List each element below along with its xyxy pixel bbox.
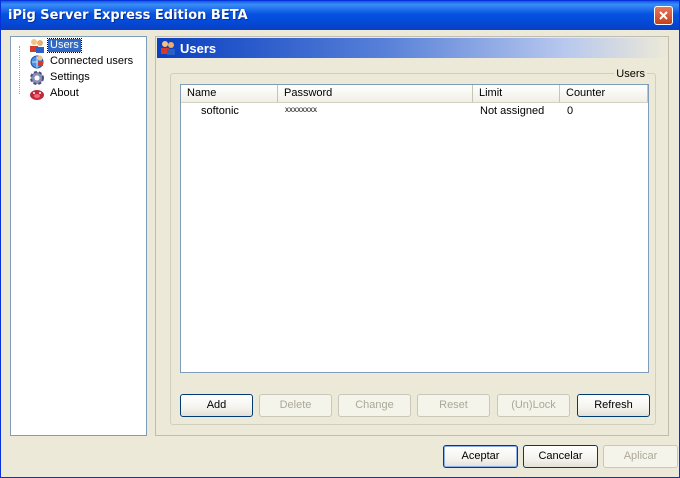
cell-password: xxxxxxxx bbox=[285, 105, 317, 114]
cell-limit: Not assigned bbox=[480, 105, 545, 117]
add-button[interactable]: Add bbox=[180, 394, 253, 417]
table-header: Name Password Limit Counter bbox=[181, 85, 648, 103]
panel-title: Users bbox=[180, 41, 217, 56]
title-bar[interactable]: iPig Server Express Edition BETA bbox=[1, 1, 679, 30]
cell-name: softonic bbox=[201, 105, 239, 117]
close-button[interactable] bbox=[654, 6, 673, 25]
users-table[interactable]: Name Password Limit Counter softonic xxx… bbox=[180, 84, 649, 373]
reset-button[interactable]: Reset bbox=[417, 394, 490, 417]
connected-users-icon bbox=[29, 54, 45, 70]
delete-button[interactable]: Delete bbox=[259, 394, 332, 417]
tree-item-label: About bbox=[50, 87, 79, 99]
pig-icon bbox=[29, 86, 45, 102]
groupbox-label: Users bbox=[614, 68, 647, 80]
window-title: iPig Server Express Edition BETA bbox=[8, 8, 248, 23]
tree-connector bbox=[19, 46, 20, 94]
column-header-limit[interactable]: Limit bbox=[473, 85, 560, 102]
cancel-button[interactable]: Cancelar bbox=[523, 445, 598, 468]
users-icon bbox=[29, 38, 45, 54]
refresh-button[interactable]: Refresh bbox=[577, 394, 650, 417]
panel-header: Users bbox=[157, 38, 667, 58]
column-header-counter[interactable]: Counter bbox=[560, 85, 648, 102]
navigation-tree[interactable]: Users Connected users Settings About bbox=[10, 36, 147, 436]
unlock-button[interactable]: (Un)Lock bbox=[497, 394, 570, 417]
tree-item-label: Users bbox=[47, 38, 82, 53]
cell-counter: 0 bbox=[567, 105, 574, 117]
accept-button[interactable]: Aceptar bbox=[443, 445, 518, 468]
column-header-password[interactable]: Password bbox=[278, 85, 473, 102]
settings-gear-icon bbox=[29, 70, 45, 86]
column-header-name[interactable]: Name bbox=[181, 85, 278, 102]
change-button[interactable]: Change bbox=[338, 394, 411, 417]
tree-item-label: Settings bbox=[50, 71, 90, 83]
tree-item-label: Connected users bbox=[50, 55, 134, 67]
table-row[interactable]: softonic xxxxxxxx Not assigned 0 bbox=[181, 103, 648, 119]
apply-button[interactable]: Aplicar bbox=[603, 445, 678, 468]
users-icon bbox=[160, 40, 176, 59]
close-icon bbox=[659, 11, 668, 20]
